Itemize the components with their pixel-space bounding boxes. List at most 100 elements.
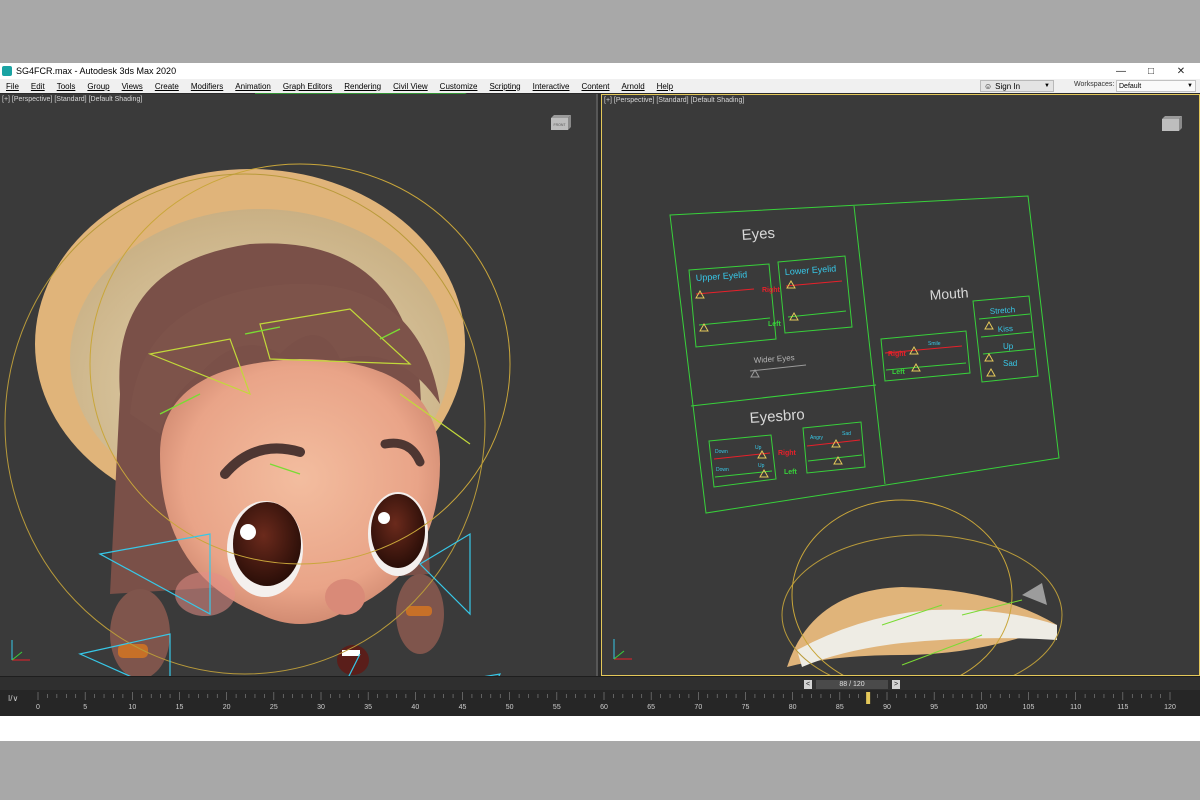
timeline-tick-label: 85 [836,704,844,711]
triangle-handle-icon[interactable] [986,367,996,377]
prev-frame-button[interactable]: < [804,680,812,689]
timeline-tick-label: 60 [600,704,608,711]
frame-counter[interactable]: 88 / 120 [816,680,888,689]
curve-editor-toggle-icon[interactable]: I/∨ [8,694,18,703]
chevron-down-icon: ▼ [1044,83,1050,89]
character-scene [4,163,511,676]
menu-views[interactable]: Views [116,82,149,91]
minimize-button[interactable]: — [1106,63,1136,79]
upper-eyelid-label: Upper Eyelid [695,269,747,283]
user-icon: ☺ [984,81,993,91]
menu-content[interactable]: Content [576,82,616,91]
timeline-tick-label: 95 [930,704,938,711]
eyebrow-sad-slider [807,454,863,462]
upper-eyelid-slider [695,288,755,295]
menu-bar: File Edit Tools Group Views Create Modif… [0,79,1200,93]
eyesbro-left-label: Left [784,469,798,476]
triangle-handle-icon[interactable] [984,320,994,330]
timeline-tick-label: 120 [1164,704,1176,711]
timeline-tick-label: 90 [883,704,891,711]
right-label: Right [762,287,781,294]
timeline-tick-label: 0 [36,704,40,711]
menu-rendering[interactable]: Rendering [338,82,387,91]
timeline-tick-label: 75 [742,704,750,711]
eyebrow-down-label-2: Down [716,467,729,473]
viewport-perspective-left[interactable]: [+] [Perspective] [Standard] [Default Sh… [0,94,598,676]
eyesbro-right-label: Right [778,450,797,457]
menu-tools[interactable]: Tools [51,82,82,91]
timeline-tick-label: 15 [176,704,184,711]
rig-panel-divider-v [853,205,886,485]
timeline-tick-label: 70 [694,704,702,711]
timeline-tick-label: 35 [364,704,372,711]
menu-edit[interactable]: Edit [25,82,51,91]
mouth-title: Mouth [929,284,969,303]
eyebrow-down-label: Down [715,449,728,455]
viewport-perspective-right[interactable]: [+] [Perspective] [Standard] [Default Sh… [601,94,1200,676]
window-title: SG4FCR.max - Autodesk 3ds Max 2020 [16,66,177,76]
menu-file[interactable]: File [0,82,25,91]
timeline-tick-label: 40 [411,704,419,711]
eye-iris-left [233,502,301,586]
eyebrow-up-label-2: Up [758,463,765,469]
next-frame-button[interactable]: > [892,680,900,689]
menu-customize[interactable]: Customize [434,82,484,91]
timeline-tick-label: 105 [1023,704,1035,711]
menu-group[interactable]: Group [81,82,115,91]
close-button[interactable]: ✕ [1166,63,1196,79]
smile-label: Smile [928,341,941,347]
menu-graph-editors[interactable]: Graph Editors [277,82,338,91]
axis-tripod-icon [613,639,632,660]
current-frame-marker[interactable] [866,692,871,704]
sign-in-dropdown[interactable]: ☺ Sign In ▼ [980,80,1054,92]
chevron-down-icon: ▼ [1187,83,1193,89]
menu-arnold[interactable]: Arnold [616,82,651,91]
menu-help[interactable]: Help [651,82,679,91]
hat-bow [1022,583,1047,605]
braid-left [110,589,170,676]
timeline-tick-label: 10 [128,704,136,711]
menu-civil-view[interactable]: Civil View [387,82,434,91]
window-controls: — □ ✕ [1106,63,1196,79]
eyebrow-up-label: Up [755,445,762,451]
wider-eyes-label: Wider Eyes [754,353,795,365]
maximize-button[interactable]: □ [1136,63,1166,79]
sad-brow-label: Sad [842,431,851,437]
workspaces-select[interactable]: Default ▼ [1116,80,1196,92]
timeline-tick-label: 20 [223,704,231,711]
lower-eyelid-slider-left [787,310,847,318]
workspaces-value: Default [1119,82,1142,90]
menu-interactive[interactable]: Interactive [527,82,576,91]
menu-create[interactable]: Create [149,82,185,91]
eyes-title: Eyes [741,225,775,244]
angry-label: Angry [810,435,824,441]
timeline-ruler[interactable]: 0 5 10 15 20 25 30 35 40 45 50 55 60 65 70 75 80 85 90 95 10… [36,692,1180,714]
rig-panel-divider-h [690,384,877,407]
rig-control-panel: Eyes Upper Eyelid Right Left Lower Eyeli… [669,195,1063,675]
title-bar: SG4FCR.max - Autodesk 3ds Max 2020 — □ ✕ [0,63,1200,79]
3dsmax-window: SG4FCR.max - Autodesk 3ds Max 2020 — □ ✕… [0,63,1200,741]
menu-modifiers[interactable]: Modifiers [185,82,229,91]
app-logo-icon [2,66,12,76]
timeline-tick-label: 65 [647,704,655,711]
menu-animation[interactable]: Animation [229,82,277,91]
upper-eyelid-slider-left [698,317,771,326]
timeline-tick-label: 25 [270,704,278,711]
mouth [337,645,369,675]
triangle-handle-icon[interactable] [786,279,796,289]
triangle-handle-icon[interactable] [984,352,994,362]
timeline-tick-label: 45 [459,704,467,711]
triangle-handle-icon[interactable] [695,289,705,299]
timeline-tick-label: 50 [506,704,514,711]
time-slider[interactable]: < 88 / 120 > [804,679,902,690]
menu-scripting[interactable]: Scripting [483,82,526,91]
track-bar[interactable]: I/∨ 0 5 10 15 20 25 30 35 40 45 50 55 60 65 70 75 80 85 90… [0,690,1200,716]
axis-tripod-icon [11,640,30,661]
sad-label: Sad [1003,359,1017,368]
time-slider-bar: < 88 / 120 > [0,676,1200,690]
timeline-tick-label: 115 [1117,704,1128,711]
kiss-label: Kiss [998,324,1014,334]
wider-eyes-slider [749,364,807,372]
eyebrow-down-up-box[interactable] [708,434,777,488]
timeline-tick-label: 55 [553,704,561,711]
